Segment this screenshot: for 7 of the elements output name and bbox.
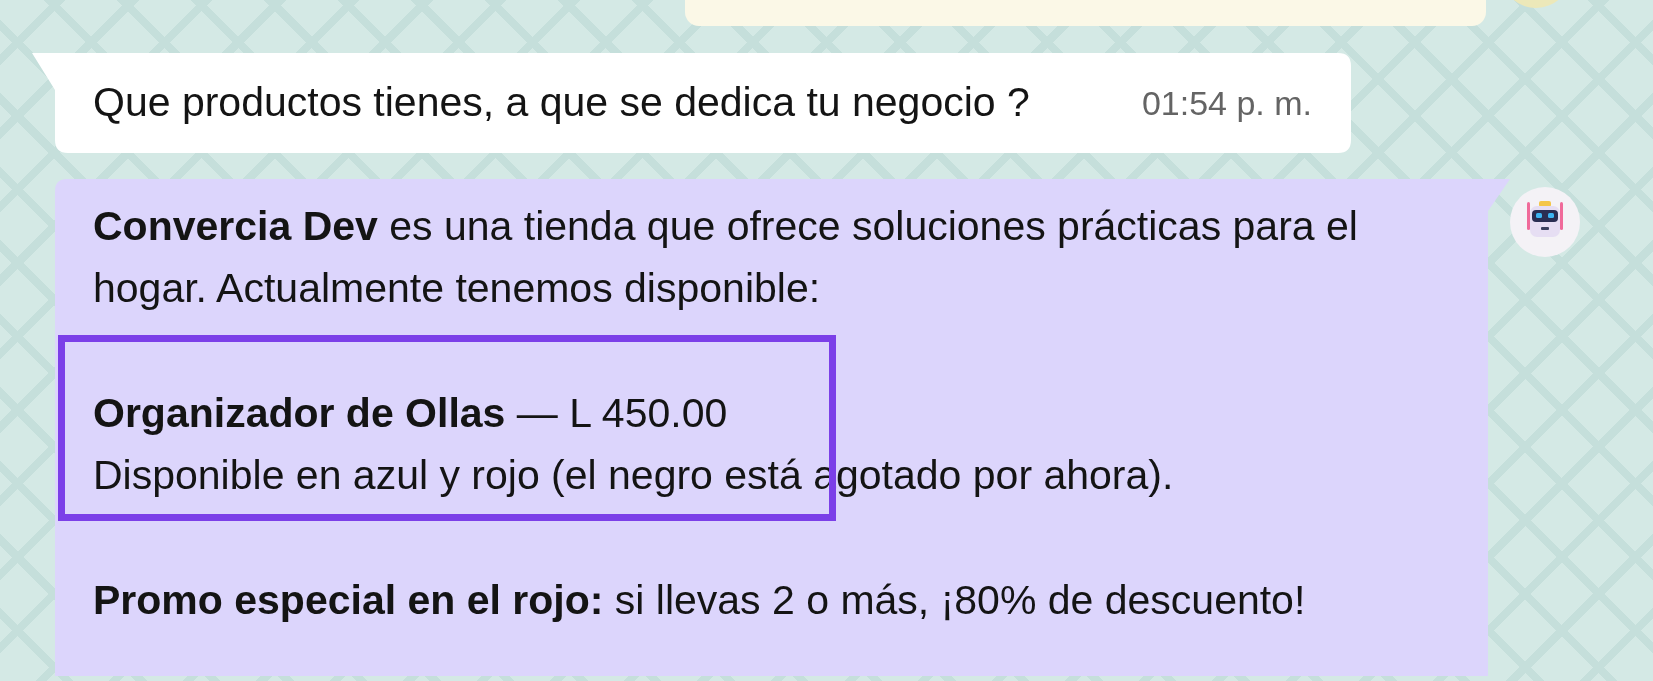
message-text: Convercia Dev es una tienda que ofrece soluciones prácticas para el hogar. Actualmente tenemos disponible: [93,202,1359,313]
robot-avatar-icon [1510,187,1580,257]
message-text: Que productos tienes, a que se dedica tu negocio ? [93,78,1030,128]
product-title: Organizador de Ollas — L 450.00 [93,389,729,438]
message-time: 01:54 p. m. [1141,82,1312,124]
message-text: Promo especial en el rojo: si llevas 2 o más, ¡80% de descuento! [93,576,1307,625]
avatar-icon [1514,0,1558,8]
